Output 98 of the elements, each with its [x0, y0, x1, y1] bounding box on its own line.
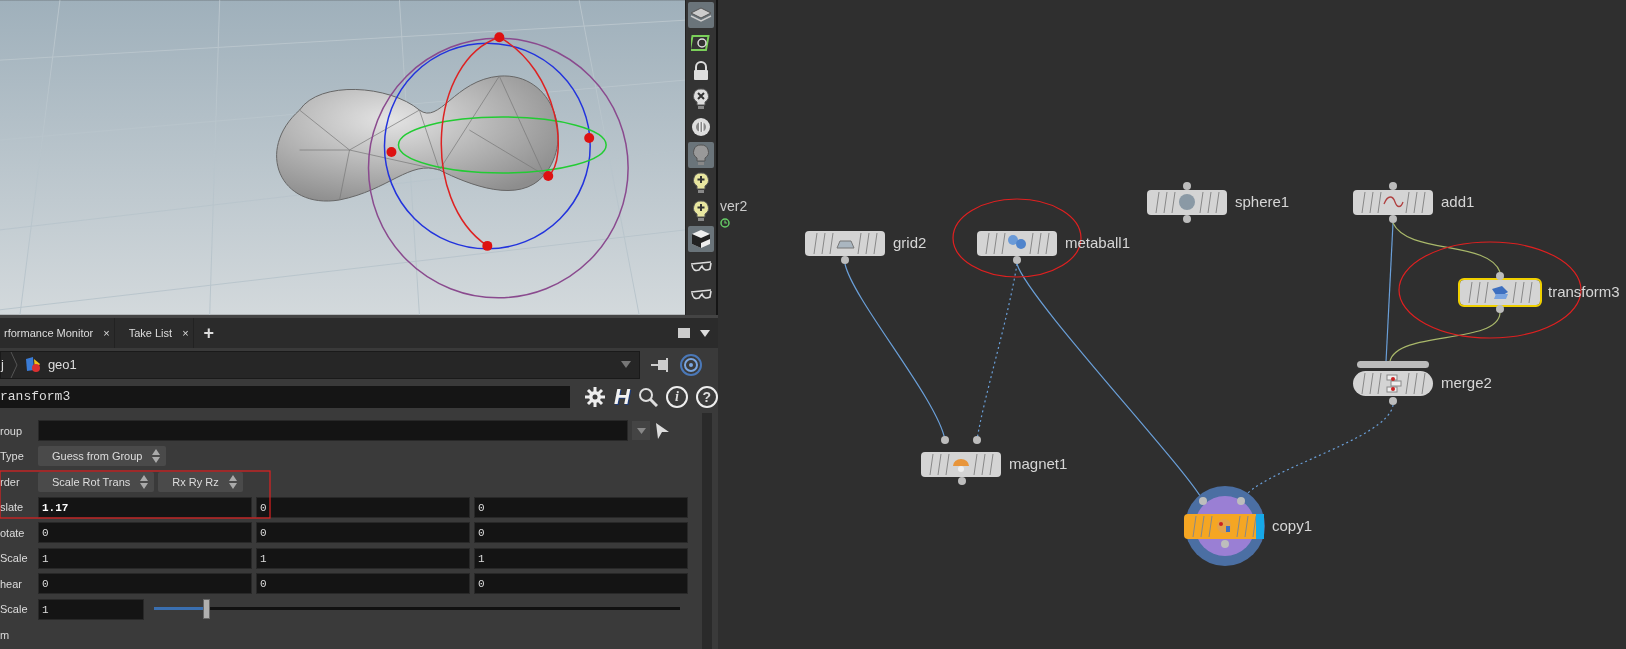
light-bulb-icon	[693, 200, 709, 222]
network-node[interactable]	[1353, 371, 1433, 396]
node-label: copy1	[1272, 517, 1313, 534]
copy-icon	[1217, 519, 1231, 533]
connector-port[interactable]	[1013, 256, 1021, 264]
select-menu[interactable]: Guess from Group	[38, 446, 167, 467]
value-field[interactable]: 1	[38, 547, 252, 569]
value-field[interactable]: 0	[474, 573, 688, 595]
add-tab-button[interactable]: +	[203, 322, 215, 344]
network-node[interactable]	[977, 231, 1057, 256]
value-field[interactable]: 1	[474, 547, 688, 569]
parameter-label: otate	[0, 526, 26, 539]
cube-icon	[691, 229, 711, 249]
close-button[interactable]: ×	[103, 327, 110, 339]
merge-bar	[1357, 361, 1429, 368]
parameter-label: Scale	[0, 603, 29, 616]
value-field[interactable]: 1	[256, 547, 470, 569]
snap-icon	[691, 33, 711, 53]
network-node[interactable]	[1460, 280, 1540, 305]
wave-icon	[1383, 196, 1404, 208]
value-field[interactable]: 0	[38, 522, 252, 544]
geometry-icon	[23, 355, 42, 374]
value-field[interactable]: 1.17	[38, 496, 252, 518]
path-segment[interactable]: j	[1, 357, 4, 372]
toggle-icon	[691, 117, 711, 137]
viewport-tool[interactable]	[688, 226, 714, 252]
light-bulb-icon	[693, 88, 709, 110]
path-segment[interactable]: geo1	[47, 357, 77, 372]
sphere-icon	[1179, 194, 1195, 210]
value-field[interactable]: 0	[474, 496, 688, 518]
target-icon[interactable]	[680, 353, 702, 376]
slider-handle[interactable]	[202, 599, 210, 620]
select-menu[interactable]: Scale Rot Trans	[38, 471, 155, 492]
glasses-icon	[690, 288, 712, 302]
value-field[interactable]: 0	[256, 496, 470, 518]
value-field[interactable]: 0	[256, 573, 470, 595]
pin-icon[interactable]	[650, 356, 670, 373]
connector-port[interactable]	[1183, 215, 1191, 223]
close-button[interactable]: ×	[182, 327, 189, 339]
search-icon[interactable]	[637, 387, 658, 407]
parameter-label: m	[0, 628, 11, 641]
connector-port[interactable]	[1183, 182, 1191, 190]
value-field[interactable]: 1	[38, 598, 144, 620]
plane-icon	[836, 240, 855, 249]
chevron-icon	[9, 351, 18, 378]
caret-icon	[636, 427, 646, 434]
parameter-label: Scale	[0, 552, 29, 565]
connector-port[interactable]	[941, 436, 949, 444]
network-node[interactable]	[805, 231, 885, 256]
gear-icon[interactable]	[584, 386, 606, 408]
select-arrow-icon[interactable]	[654, 421, 670, 440]
caret-icon[interactable]	[700, 329, 710, 337]
merge-icon	[1386, 374, 1402, 393]
network-node[interactable]	[1184, 514, 1264, 539]
network-node[interactable]	[1353, 190, 1433, 215]
connector-port[interactable]	[1389, 215, 1397, 223]
select-menu[interactable]: Rx Ry Rz	[158, 471, 243, 492]
parameter-label: Type	[0, 450, 25, 463]
light-bulb-icon	[693, 172, 709, 194]
light-bulb-icon	[693, 144, 709, 166]
group-field[interactable]	[38, 420, 628, 442]
node-label: ver2	[720, 198, 748, 214]
layers-icon	[690, 6, 712, 24]
spinner-arrows-icon	[152, 449, 161, 464]
node-label: sphere1	[1235, 193, 1290, 210]
glasses-icon	[690, 260, 712, 274]
node-label: merge2	[1441, 374, 1492, 391]
network-node[interactable]	[1147, 190, 1227, 215]
houdini-menu-button[interactable]: H	[614, 384, 630, 410]
value-field[interactable]: 0	[474, 522, 688, 544]
connector-port[interactable]	[973, 436, 981, 444]
dropdown-icon[interactable]	[621, 361, 631, 368]
info-button[interactable]: i	[665, 386, 688, 408]
connector-port[interactable]	[1389, 397, 1397, 405]
value-field[interactable]: 0	[256, 522, 470, 544]
parameter-label: hear	[0, 577, 24, 590]
value-field[interactable]: 0	[38, 573, 252, 595]
lock-icon	[692, 61, 710, 81]
metaball-icon	[1008, 235, 1026, 249]
connector-port[interactable]	[1496, 305, 1504, 313]
magnet-icon	[953, 459, 969, 472]
connector-port[interactable]	[958, 477, 966, 485]
connector-port[interactable]	[1389, 182, 1397, 190]
node-label: grid2	[893, 234, 927, 251]
spinner-arrows-icon	[140, 474, 149, 489]
connector-port[interactable]	[1496, 272, 1504, 280]
tab[interactable]: rformance Monitor ×	[0, 318, 115, 348]
node-name-field[interactable]: ransform3	[0, 386, 570, 408]
network-node[interactable]	[921, 452, 1001, 477]
connector-port[interactable]	[841, 256, 849, 264]
tab[interactable]: Take List ×	[124, 318, 194, 348]
parameter-label: roup	[0, 424, 24, 437]
transform-icon	[1492, 286, 1508, 299]
node-label: add1	[1441, 193, 1475, 210]
path-field[interactable]: j geo1	[0, 350, 640, 379]
clock-icon	[720, 218, 730, 228]
spinner-arrows-icon	[228, 474, 237, 489]
node-label: magnet1	[1009, 455, 1068, 472]
